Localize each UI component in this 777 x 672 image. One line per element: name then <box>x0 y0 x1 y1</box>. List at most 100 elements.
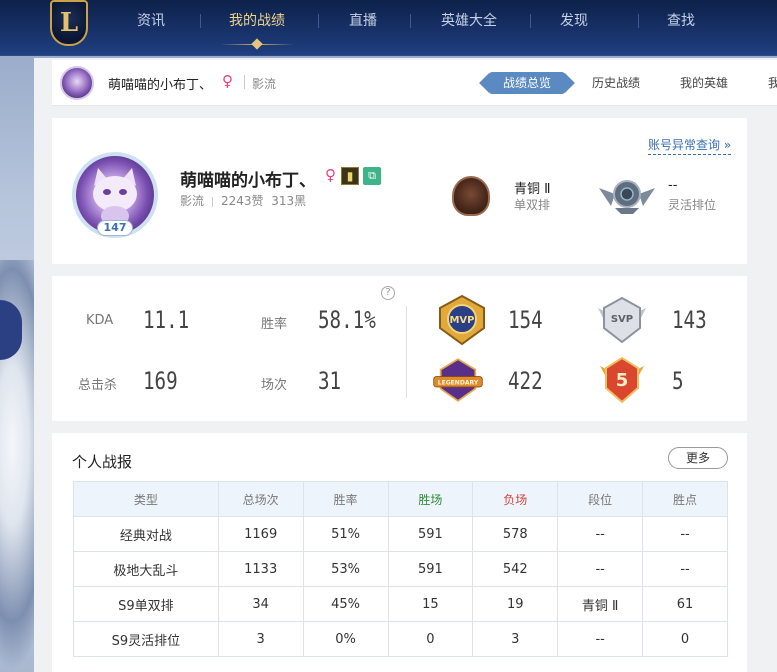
column-header-type: 类型 <box>73 481 219 517</box>
svp-medal-icon: SVP <box>598 296 646 344</box>
tab-overflow[interactable]: 我 <box>768 72 777 94</box>
column-header-losses: 负场 <box>472 481 559 517</box>
winrate-value: 58.1% <box>318 306 376 334</box>
legendary-medal-text: LEGENDARY <box>438 379 479 386</box>
nav-item-champions[interactable]: 英雄大全 <box>441 10 497 32</box>
profile-subbar: 萌喵喵的小布丁、 ♀ 影流 战绩总览 历史战绩 我的英雄 我 <box>52 60 777 106</box>
profile-card: 账号异常查询 » 147 萌喵喵的小布丁、 ♀ ▮ ⧉ 影流 2243赞 313黑… <box>52 118 747 264</box>
summoner-name: 萌喵喵的小布丁、 <box>108 78 213 93</box>
table-row: 极地大乱斗 1133 53% 591 542 -- -- <box>73 551 728 587</box>
likes-count: 2243赞 <box>221 194 264 208</box>
nav-separator <box>200 14 201 28</box>
divider <box>244 75 245 89</box>
cell-lp: 61 <box>642 586 728 622</box>
column-header-lp: 胜点 <box>642 481 728 517</box>
personal-report-card: 个人战报 更多 类型 总场次 胜率 胜场 负场 段位 胜点 经典对战 1169 51… <box>52 433 747 672</box>
flex-rank-queue: 灵活排位 <box>668 198 717 212</box>
table-row: 经典对战 1169 51% 591 578 -- -- <box>73 516 728 552</box>
cell-lp: -- <box>642 551 728 587</box>
divider <box>406 306 407 398</box>
mvp-medal-text: MVP <box>449 315 474 326</box>
report-table: 类型 总场次 胜率 胜场 负场 段位 胜点 经典对战 1169 51% 591 578-… <box>73 481 728 657</box>
dislikes-count: 313黑 <box>271 194 307 208</box>
cell-wins: 591 <box>387 516 474 552</box>
tab-match-history[interactable]: 历史战绩 <box>592 72 640 94</box>
cell-losses: 19 <box>472 586 559 622</box>
column-header-tier: 段位 <box>557 481 644 517</box>
total-kills-label: 总击杀 <box>78 378 118 393</box>
winrate-label: 胜率 <box>261 317 288 332</box>
svp-medal-text: SVP <box>611 314 633 325</box>
honor-icon: ▮ <box>341 167 359 185</box>
flex-rank-tier: -- <box>668 178 678 193</box>
avatar[interactable] <box>60 66 94 100</box>
table-row: S9灵活排位 3 0% 0 3 -- 0 <box>73 621 728 657</box>
column-header-winrate: 胜率 <box>302 481 389 517</box>
level-badge: 147 <box>97 220 133 236</box>
legendary-medal-icon: LEGENDARY <box>433 358 483 402</box>
cell-tier: 青铜 Ⅱ <box>557 586 644 622</box>
nav-item-my-record[interactable]: 我的战绩 <box>229 10 285 32</box>
cell-lp: 0 <box>642 621 728 657</box>
table-row: S9单双排 34 45% 15 19 青铜 Ⅱ 61 <box>73 586 728 622</box>
games-value: 31 <box>318 367 342 395</box>
stats-card: ? KDA 11.1 胜率 58.1% 总击杀 169 场次 31 MVP 15… <box>52 276 747 421</box>
pentakill-count: 5 <box>672 367 684 395</box>
server-name: 影流 <box>252 77 277 91</box>
nav-separator <box>638 14 639 28</box>
solo-rank-queue: 单双排 <box>514 198 551 212</box>
female-icon: ♀ <box>222 72 233 90</box>
kda-label: KDA <box>86 313 114 328</box>
section-title: 个人战报 <box>72 453 133 471</box>
lol-logo[interactable]: L <box>50 0 88 46</box>
cell-total: 1169 <box>217 516 304 552</box>
column-header-total: 总场次 <box>217 481 304 517</box>
cell-winrate: 45% <box>302 586 389 622</box>
nav-separator <box>530 14 531 28</box>
nav-item-search[interactable]: 查找 <box>667 10 695 32</box>
mvp-medal-icon: MVP <box>439 294 485 346</box>
profile-name: 萌喵喵的小布丁、 <box>180 171 316 191</box>
mvp-count: 154 <box>508 306 543 334</box>
kda-value: 11.1 <box>143 306 190 334</box>
cell-type: S9单双排 <box>73 586 219 622</box>
more-button[interactable]: 更多 <box>668 447 728 469</box>
cell-type: 经典对战 <box>73 516 219 552</box>
cell-losses: 578 <box>472 516 559 552</box>
nav-active-indicator <box>220 38 294 50</box>
cell-wins: 15 <box>387 586 474 622</box>
nav-item-discover[interactable]: 发现 <box>560 10 588 32</box>
cell-total: 34 <box>217 586 304 622</box>
tab-my-champions[interactable]: 我的英雄 <box>680 72 728 94</box>
cell-type: 极地大乱斗 <box>73 551 219 587</box>
account-anomaly-link[interactable]: 账号异常查询 » <box>648 136 732 155</box>
cell-lp: -- <box>642 516 728 552</box>
help-icon[interactable]: ? <box>381 286 395 300</box>
nav-item-live[interactable]: 直播 <box>349 10 377 32</box>
cell-total: 1133 <box>217 551 304 587</box>
legendary-count: 422 <box>508 367 543 395</box>
nav-separator <box>318 14 319 28</box>
table-header-row: 类型 总场次 胜率 胜场 负场 段位 胜点 <box>73 481 728 517</box>
tab-record-overview[interactable]: 战绩总览 <box>489 72 565 94</box>
bronze-rank-icon <box>452 176 490 216</box>
cell-tier: -- <box>557 516 644 552</box>
nav-item-news[interactable]: 资讯 <box>137 10 165 32</box>
unranked-emblem-icon <box>599 180 655 214</box>
total-kills-value: 169 <box>143 367 178 395</box>
cell-tier: -- <box>557 621 644 657</box>
pentakill-medal-icon: 5 <box>600 356 644 404</box>
column-header-wins: 胜场 <box>387 481 474 517</box>
pentakill-medal-text: 5 <box>616 370 629 391</box>
cell-type: S9灵活排位 <box>73 621 219 657</box>
nav-separator <box>410 14 411 28</box>
cell-losses: 3 <box>472 621 559 657</box>
cell-losses: 542 <box>472 551 559 587</box>
cell-winrate: 0% <box>302 621 389 657</box>
games-label: 场次 <box>261 378 288 393</box>
server-name: 影流 <box>180 194 205 208</box>
copy-icon[interactable]: ⧉ <box>363 167 381 185</box>
cell-tier: -- <box>557 551 644 587</box>
cell-winrate: 53% <box>302 551 389 587</box>
cell-wins: 591 <box>387 551 474 587</box>
